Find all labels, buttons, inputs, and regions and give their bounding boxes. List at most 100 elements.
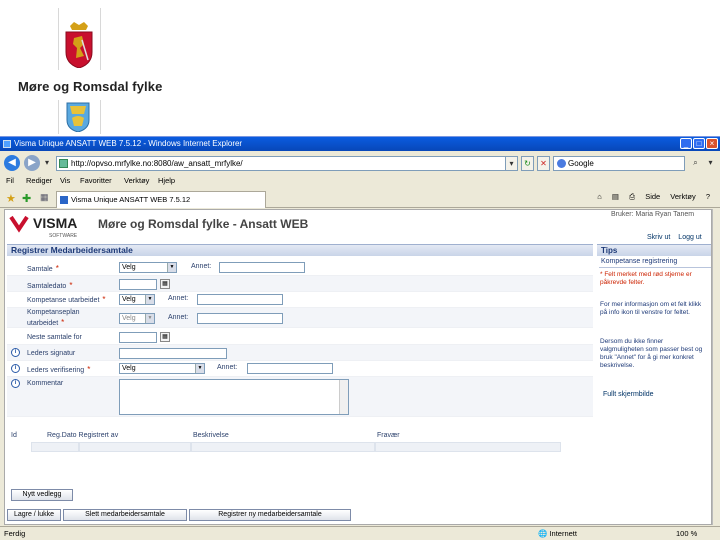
form-row-neste-samtale: Neste samtale for ▦ bbox=[7, 329, 593, 345]
kompetanse-annet-label: Annet: bbox=[168, 295, 189, 302]
status-zone: 🌐 Internett bbox=[538, 529, 577, 538]
calendar-icon[interactable]: ▦ bbox=[160, 332, 170, 342]
search-options-icon[interactable]: ▾ bbox=[704, 156, 717, 171]
column-id: Id bbox=[11, 432, 17, 439]
user-label: Bruker: Maria Ryan Tanem bbox=[611, 211, 695, 218]
leders-verifisering-select[interactable]: Velg ▼ bbox=[119, 363, 205, 374]
command-bar: ⌂ ▤ ⎙ Side Verktøy ? bbox=[589, 192, 710, 202]
samtale-annet-input[interactable] bbox=[219, 262, 305, 273]
form-title: Registrer Medarbeidersamtale bbox=[7, 244, 593, 256]
column-reg-dato: Reg.Dato Registrert av bbox=[47, 432, 119, 439]
verifisering-annet-input[interactable] bbox=[247, 363, 333, 374]
samtale-label: Samtale * bbox=[27, 264, 59, 273]
add-favorite-icon[interactable]: ✚ bbox=[22, 192, 31, 205]
feeds-icon[interactable]: ▤ bbox=[612, 192, 619, 201]
back-arrow-icon[interactable]: ◀ bbox=[4, 155, 20, 171]
window-titlebar: Visma Unique ANSATT WEB 7.5.12 - Windows… bbox=[0, 137, 720, 151]
menu-bar: Fil Rediger Vis Favoritter Verktøy Hjelp bbox=[0, 175, 720, 187]
address-url: http://opvso.mrfylke.no:8080/aw_ansatt_m… bbox=[71, 159, 243, 168]
county-coat-of-arms-icon bbox=[66, 102, 90, 132]
leders-signatur-label: Leders signatur bbox=[27, 350, 76, 357]
menu-file[interactable]: Fil bbox=[6, 175, 14, 187]
tips-required: * Felt merket med rød stjerne er påkrevd… bbox=[600, 271, 692, 286]
norway-coat-of-arms-icon bbox=[65, 22, 93, 68]
kompetanse-utarbeidet-select[interactable]: Velg ▼ bbox=[119, 294, 155, 305]
save-close-button[interactable]: Lagre / lukke bbox=[7, 509, 61, 521]
scrollbar[interactable] bbox=[339, 380, 348, 414]
kompetanseplan-annet-input[interactable] bbox=[197, 313, 283, 324]
status-bar: Ferdig 🌐 Internett 100 % bbox=[0, 526, 720, 540]
form-row-kompetanse-utarbeidet: Kompetanse utarbeidet * Velg ▼ Annet: bbox=[7, 292, 593, 308]
forward-arrow-icon[interactable]: ▶ bbox=[24, 155, 40, 171]
calendar-icon[interactable]: ▦ bbox=[160, 279, 170, 289]
page-icon bbox=[59, 159, 68, 168]
menu-edit[interactable]: Rediger bbox=[26, 175, 52, 187]
page-scrollbar[interactable] bbox=[712, 209, 720, 525]
visma-logo-subtext: SOFTWARE bbox=[49, 233, 78, 239]
minimize-button[interactable]: _ bbox=[680, 138, 692, 149]
fullscreen-link[interactable]: Fullt skjermbilde bbox=[603, 391, 654, 398]
verifisering-annet-label: Annet: bbox=[217, 364, 238, 371]
print-link[interactable]: Skriv ut bbox=[647, 234, 670, 241]
menu-favorites[interactable]: Favoritter bbox=[80, 175, 112, 187]
favorites-star-icon[interactable]: ★ bbox=[6, 192, 16, 205]
chevron-down-icon: ▼ bbox=[145, 314, 154, 323]
form-row-leders-signatur: i Leders signatur bbox=[7, 345, 593, 361]
chevron-down-icon: ▼ bbox=[145, 295, 154, 304]
menu-view[interactable]: Vis bbox=[60, 175, 70, 187]
delete-button[interactable]: Slett medarbeidersamtale bbox=[63, 509, 187, 521]
help-icon[interactable]: ? bbox=[706, 192, 710, 201]
refresh-icon[interactable]: ↻ bbox=[521, 156, 534, 171]
samtaledato-input[interactable] bbox=[119, 279, 157, 290]
visma-logo: VISMA SOFTWARE bbox=[9, 215, 78, 239]
maximize-button[interactable]: □ bbox=[693, 138, 705, 149]
search-input[interactable]: Google bbox=[553, 156, 685, 171]
info-icon[interactable]: i bbox=[11, 348, 20, 357]
print-icon[interactable]: ⎙ bbox=[629, 192, 635, 201]
form-row-kompetanseplan: Kompetanseplan utarbeidet * Velg ▼ Annet: bbox=[7, 308, 593, 328]
kompetanse-annet-input[interactable] bbox=[197, 294, 283, 305]
divider bbox=[58, 8, 59, 70]
kompetanseplan-annet-label: Annet: bbox=[168, 314, 189, 321]
tips-more: For mer informasjon om et felt klikk på … bbox=[600, 301, 702, 316]
visma-logo-text: VISMA bbox=[33, 215, 77, 231]
search-icon[interactable]: ⌕ bbox=[689, 156, 702, 171]
form-row-kommentar: i Kommentar bbox=[7, 377, 593, 417]
table-cell bbox=[375, 442, 561, 452]
zoom-level[interactable]: 100 % bbox=[676, 527, 697, 540]
divider bbox=[58, 100, 59, 134]
neste-samtale-input[interactable] bbox=[119, 332, 157, 343]
form-row-samtale: Samtale * Velg ▼ Annet: bbox=[7, 260, 593, 276]
search-provider-icon bbox=[557, 159, 566, 168]
tools-menu[interactable]: Verktøy bbox=[670, 192, 695, 201]
kompetanseplan-select[interactable]: Velg ▼ bbox=[119, 313, 155, 324]
info-icon[interactable]: i bbox=[11, 364, 20, 373]
tips-other: Dersom du ikke finner valgmuligheten som… bbox=[600, 338, 703, 369]
tab-list-icon[interactable]: ▦ bbox=[40, 192, 49, 203]
info-icon[interactable]: i bbox=[11, 379, 20, 388]
address-dropdown-icon[interactable]: ▾ bbox=[505, 156, 518, 171]
kompetanse-utarbeidet-label: Kompetanse utarbeidet * bbox=[27, 295, 106, 304]
logout-link[interactable]: Logg ut bbox=[678, 234, 701, 241]
new-attachment-button[interactable]: Nytt vedlegg bbox=[11, 489, 73, 501]
home-icon[interactable]: ⌂ bbox=[597, 192, 602, 201]
divider bbox=[100, 100, 101, 134]
browser-window: Visma Unique ANSATT WEB 7.5.12 - Windows… bbox=[0, 136, 720, 540]
menu-tools[interactable]: Verktøy bbox=[124, 175, 149, 187]
close-window-button[interactable]: × bbox=[706, 138, 718, 149]
leders-signatur-input[interactable] bbox=[119, 348, 227, 359]
stop-icon[interactable]: ✕ bbox=[537, 156, 550, 171]
neste-samtale-label: Neste samtale for bbox=[27, 334, 82, 341]
samtale-select[interactable]: Velg ▼ bbox=[119, 262, 177, 273]
page-menu[interactable]: Side bbox=[645, 192, 660, 201]
history-dropdown-icon[interactable]: ▾ bbox=[42, 156, 52, 171]
table-cell bbox=[191, 442, 375, 452]
browser-tab[interactable]: Visma Unique ANSATT WEB 7.5.12 bbox=[56, 191, 266, 208]
web-page: VISMA SOFTWARE Møre og Romsdal fylke - A… bbox=[4, 209, 712, 525]
kommentar-textarea[interactable] bbox=[119, 379, 349, 415]
menu-help[interactable]: Hjelp bbox=[158, 175, 175, 187]
samtale-annet-label: Annet: bbox=[191, 263, 212, 270]
address-bar[interactable]: http://opvso.mrfylke.no:8080/aw_ansatt_m… bbox=[56, 156, 516, 171]
tab-favicon bbox=[60, 196, 68, 204]
register-new-button[interactable]: Registrer ny medarbeidersamtale bbox=[189, 509, 351, 521]
